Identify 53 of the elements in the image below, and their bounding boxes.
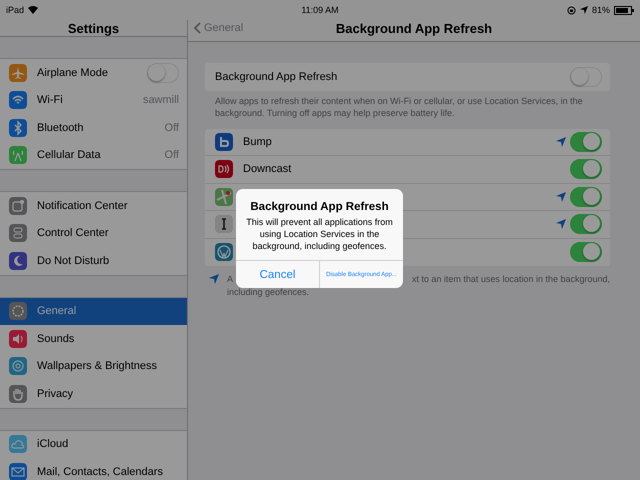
wifi-icon [9,91,27,110]
location-arrow-icon [209,274,219,284]
chevron-left-icon [194,22,201,34]
speaker-icon [9,330,27,348]
sidebar-item[interactable]: Bluetooth Off [0,114,187,142]
alert-title: Background App Refresh [249,201,390,213]
sidebar-item[interactable]: Do Not Disturb [0,247,187,274]
notification-icon [9,196,27,215]
app-name: Bump [243,136,272,148]
cloud-icon [9,435,27,454]
broadcast-app-icon [215,160,233,178]
hand-icon [9,384,27,403]
letter-b-app-icon [215,132,233,151]
toggle-switch[interactable] [570,159,602,180]
setting-label: Background App Refresh [215,70,338,83]
sidebar-title: Settings [68,21,120,36]
status-time: 11:09 AM [301,5,339,15]
sidebar-item[interactable]: Mail, Contacts, Calendars [0,458,187,480]
sidebar-item[interactable]: Notification Center [0,192,187,220]
sidebar-item[interactable]: Privacy [0,380,187,408]
page-title: Background App Refresh [336,21,492,36]
location-arrow-icon [580,6,588,14]
moon-icon [9,252,27,270]
footnote-text: including geofences. [227,286,310,299]
letter-i-app-icon [215,215,233,234]
footnote-text: xt to an item that uses location in the background, [412,273,610,286]
antenna-icon [9,146,27,164]
battery-icon [614,6,634,14]
toggle-switch[interactable] [570,186,602,207]
sidebar-item[interactable]: Cellular Data Off [0,142,187,169]
toggles-icon [9,224,27,242]
footnote-text: A [227,273,234,286]
alert-button[interactable]: Cancel [236,261,319,288]
battery-percent: 81% [592,5,610,15]
wifi-icon [28,6,38,14]
toggle-switch[interactable] [570,214,602,234]
alert-message: This will prevent all applications from using Location Services in the background, including geofences. [245,216,394,252]
bluetooth-icon [9,118,27,137]
device-name: iPad [6,5,24,15]
sidebar-item[interactable]: General [0,298,187,325]
sidebar-item[interactable]: Wi-Fi sawmill [0,86,187,114]
toggle-switch[interactable] [570,242,602,262]
description-text: Allow apps to refresh their content when on Wi-Fi or cellular, or use Location Services, in the background. Turning off apps may help preserve battery life. [214,94,584,118]
app-name: Downcast [243,163,292,176]
toggle-switch[interactable] [570,132,602,152]
rotation-lock-icon [566,6,576,14]
sidebar-item[interactable]: Airplane Mode [0,59,187,86]
letter-w-app-icon [215,243,233,262]
sidebar-item[interactable]: iCloud [0,430,187,458]
airplane-icon [9,64,27,82]
sidebar-item[interactable]: Control Center [0,220,187,247]
sidebar-item[interactable]: Sounds [0,325,187,352]
sidebar-item[interactable]: Wallpapers & Brightness [0,352,187,380]
